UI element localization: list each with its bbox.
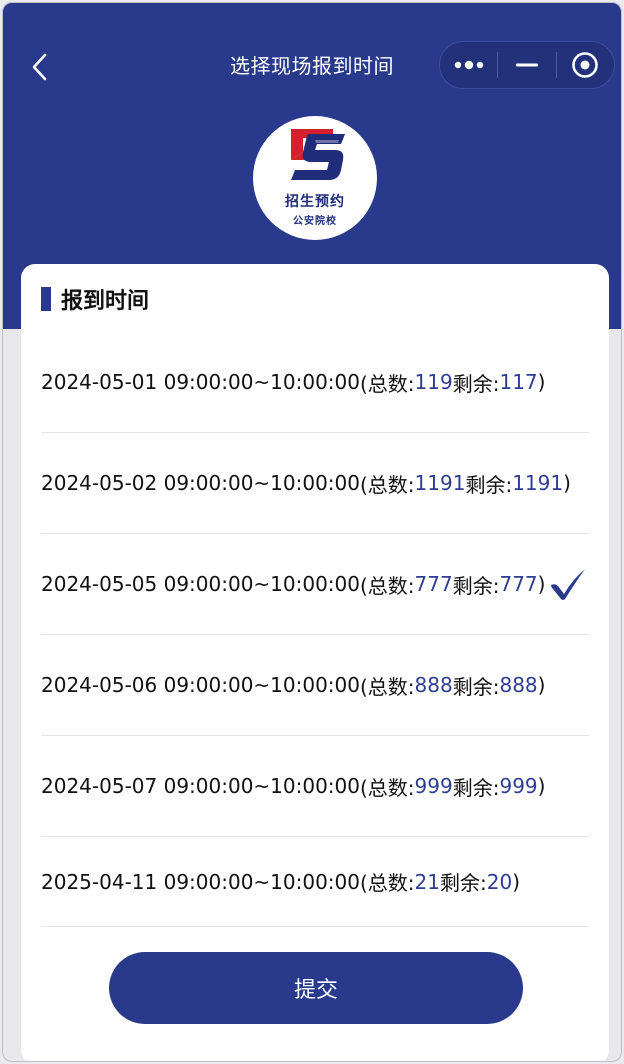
- slot-total-value: 777: [414, 572, 453, 596]
- slot-total-label: (总数:: [360, 871, 415, 895]
- slot-remain-label: 剩余:: [465, 472, 513, 497]
- slot-close-paren: ): [537, 774, 546, 798]
- slot-total-label: (总数:: [360, 472, 415, 497]
- slot-datetime: 2024-05-07 09:00:00~10:00:00: [41, 774, 360, 798]
- slot-remain-label: 剩余:: [452, 674, 500, 699]
- logo-text-primary: 招生预约: [285, 194, 345, 210]
- slot-remain-label: 剩余:: [440, 871, 487, 895]
- slot-remain-label: 剩余:: [452, 775, 500, 800]
- time-selection-card: 报到时间 2024-05-01 09:00:00~10:00:00 (总数: 119…: [21, 264, 609, 1061]
- slot-remain-value: 117: [499, 370, 538, 394]
- minus-icon: [515, 63, 538, 67]
- checkmark-icon: [551, 569, 585, 600]
- section-accent-bar: [41, 287, 51, 311]
- submit-button[interactable]: 提交: [109, 952, 523, 1024]
- slot-remain-value: 777: [499, 572, 538, 596]
- slot-remain-value: 1191: [512, 471, 564, 495]
- slot-datetime: 2025-04-11 09:00:00~10:00:00: [41, 869, 360, 894]
- slot-total-value: 119: [414, 370, 453, 394]
- time-slot-option[interactable]: 2024-05-07 09:00:00~10:00:00 (总数: 999 剩余: 99…: [41, 736, 589, 837]
- school-logo: 招生预约 公安院校: [253, 116, 377, 240]
- slot-close-paren: ): [537, 370, 546, 394]
- miniprogram-capsule: [439, 41, 615, 89]
- more-dots-icon: [454, 60, 483, 70]
- time-slot-option[interactable]: 2024-05-02 09:00:00~10:00:00 (总数: 1191 剩余: 1…: [41, 433, 589, 534]
- time-slot-option[interactable]: 2024-05-01 09:00:00~10:00:00 (总数: 119 剩余: 11…: [41, 332, 589, 433]
- app-window: 选择现场报到时间 招生预约 公安院校 报到时间 2024-05-01 09:00…: [2, 2, 622, 1062]
- slot-remain-value: 888: [499, 673, 538, 697]
- logo-text-secondary: 公安院校: [293, 216, 337, 227]
- time-slot-option-selected[interactable]: 2024-05-05 09:00:00~10:00:00 (总数: 777 剩余: 77…: [41, 534, 589, 635]
- slot-remain-label: 剩余:: [452, 371, 500, 396]
- slot-datetime: 2024-05-06 09:00:00~10:00:00: [41, 673, 360, 697]
- slot-datetime: 2024-05-05 09:00:00~10:00:00: [41, 572, 360, 596]
- slot-remain-value: 20: [486, 869, 513, 894]
- slot-datetime: 2024-05-02 09:00:00~10:00:00: [41, 471, 360, 495]
- time-slot-option[interactable]: 2024-05-06 09:00:00~10:00:00 (总数: 888 剩余: 88…: [41, 635, 589, 736]
- slot-datetime: 2024-05-01 09:00:00~10:00:00: [41, 370, 360, 394]
- close-miniprogram-button[interactable]: [557, 42, 614, 88]
- slot-close-paren: ): [512, 869, 521, 894]
- section-title: 报到时间: [61, 289, 150, 314]
- section-header: 报到时间: [41, 286, 150, 314]
- slot-close-paren: ): [537, 673, 546, 697]
- slot-remain-value: 999: [499, 774, 538, 798]
- slot-total-label: (总数:: [360, 371, 415, 396]
- slot-total-value: 888: [414, 673, 453, 697]
- slot-close-paren: ): [537, 572, 546, 596]
- slot-total-label: (总数:: [360, 775, 415, 800]
- slot-total-label: (总数:: [360, 674, 415, 699]
- slot-total-label: (总数:: [360, 573, 415, 598]
- time-slot-option[interactable]: 2025-04-11 09:00:00~10:00:00 (总数: 21 剩余: 20): [41, 837, 589, 927]
- slot-total-value: 21: [414, 869, 440, 894]
- more-button[interactable]: [440, 42, 497, 88]
- minimize-button[interactable]: [498, 42, 555, 88]
- slot-close-paren: ): [563, 471, 571, 495]
- slot-remain-label: 剩余:: [452, 573, 500, 598]
- slot-total-value: 1191: [414, 471, 466, 495]
- target-close-icon: [572, 52, 599, 78]
- slot-total-value: 999: [414, 774, 453, 798]
